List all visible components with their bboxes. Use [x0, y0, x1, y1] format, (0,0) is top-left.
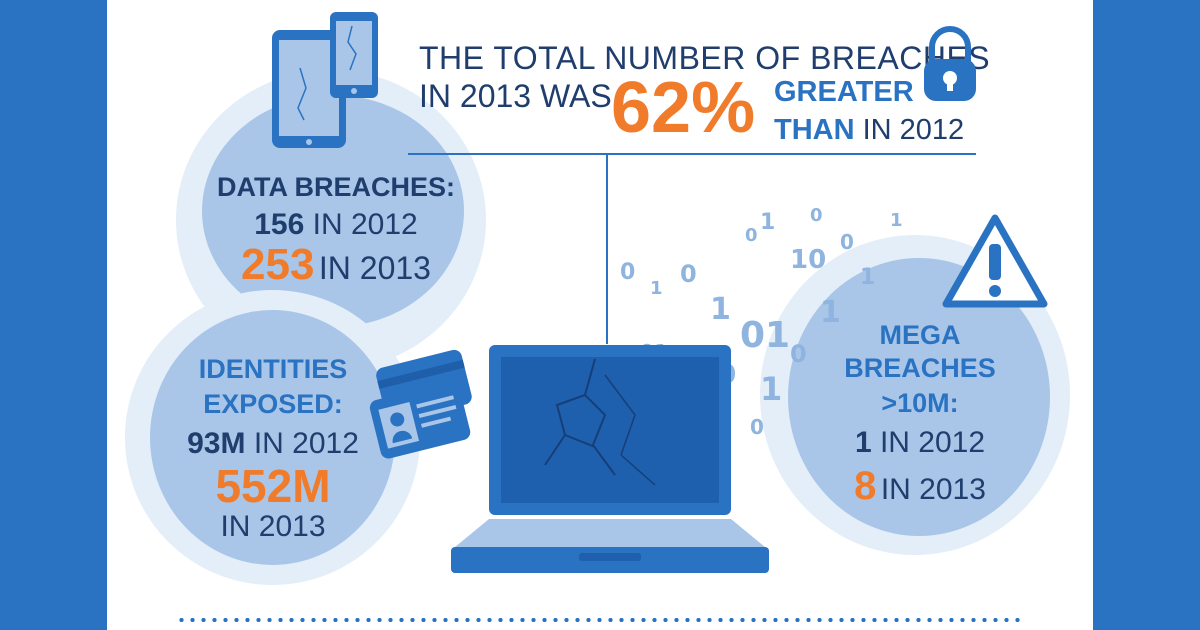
- headline-underline: [408, 153, 976, 155]
- identities-2012-line: 93M IN 2012: [150, 429, 396, 459]
- mega-2012-line: 1 IN 2012: [795, 428, 1045, 458]
- phone-tablet-icon: [272, 12, 378, 148]
- mega-title-line1: MEGA: [879, 320, 961, 350]
- laptop-icon: [451, 345, 769, 573]
- identities-2013-value: 552M: [215, 460, 331, 512]
- padlock-icon: [924, 26, 976, 101]
- identities-title-line2: EXPOSED:: [203, 389, 343, 419]
- data-breaches-2013-label: IN 2013: [318, 250, 431, 286]
- headline-than: THAN: [774, 114, 855, 146]
- mega-title-line3: >10M:: [881, 388, 959, 418]
- headline-line2: IN 2013 WAS: [419, 78, 612, 114]
- warning-icon: [942, 214, 1048, 308]
- headline-in-2012: IN 2012: [862, 114, 965, 146]
- mega-2013-label: IN 2013: [880, 473, 986, 506]
- identities-title-line1: IDENTITIES: [198, 354, 348, 384]
- data-breaches-2013-value: 253: [241, 240, 315, 289]
- mega-2013-line: 8 IN 2013: [795, 466, 1045, 506]
- mega-title-line2: BREACHES: [844, 353, 996, 383]
- headline-percent: 62%: [611, 68, 756, 148]
- mega-2013-value: 8: [854, 464, 877, 508]
- dotted-divider: [176, 618, 1026, 622]
- mega-2012-label: IN 2012: [879, 426, 986, 459]
- data-breaches-2012-line: 156 IN 2012: [206, 210, 466, 240]
- identities-2012-label: IN 2012: [253, 427, 359, 460]
- headline: THE TOTAL NUMBER OF BREACHES IN 2013 WAS…: [419, 40, 990, 146]
- data-breaches-2013-line: 253 IN 2013: [206, 243, 466, 287]
- identities-2013-label: IN 2013: [220, 510, 326, 543]
- data-breaches-title: DATA BREACHES:: [217, 172, 455, 202]
- right-border-bar: [1093, 0, 1200, 630]
- data-breaches-2012-label: IN 2012: [312, 208, 418, 241]
- headline-than-line: THAN IN 2012: [774, 114, 964, 147]
- mega-2012-value: 1: [854, 426, 872, 459]
- headline-greater: GREATER: [774, 76, 914, 108]
- identities-2012-value: 93M: [187, 427, 246, 460]
- left-border-bar: [0, 0, 107, 630]
- data-breaches-2012-value: 156: [254, 208, 305, 241]
